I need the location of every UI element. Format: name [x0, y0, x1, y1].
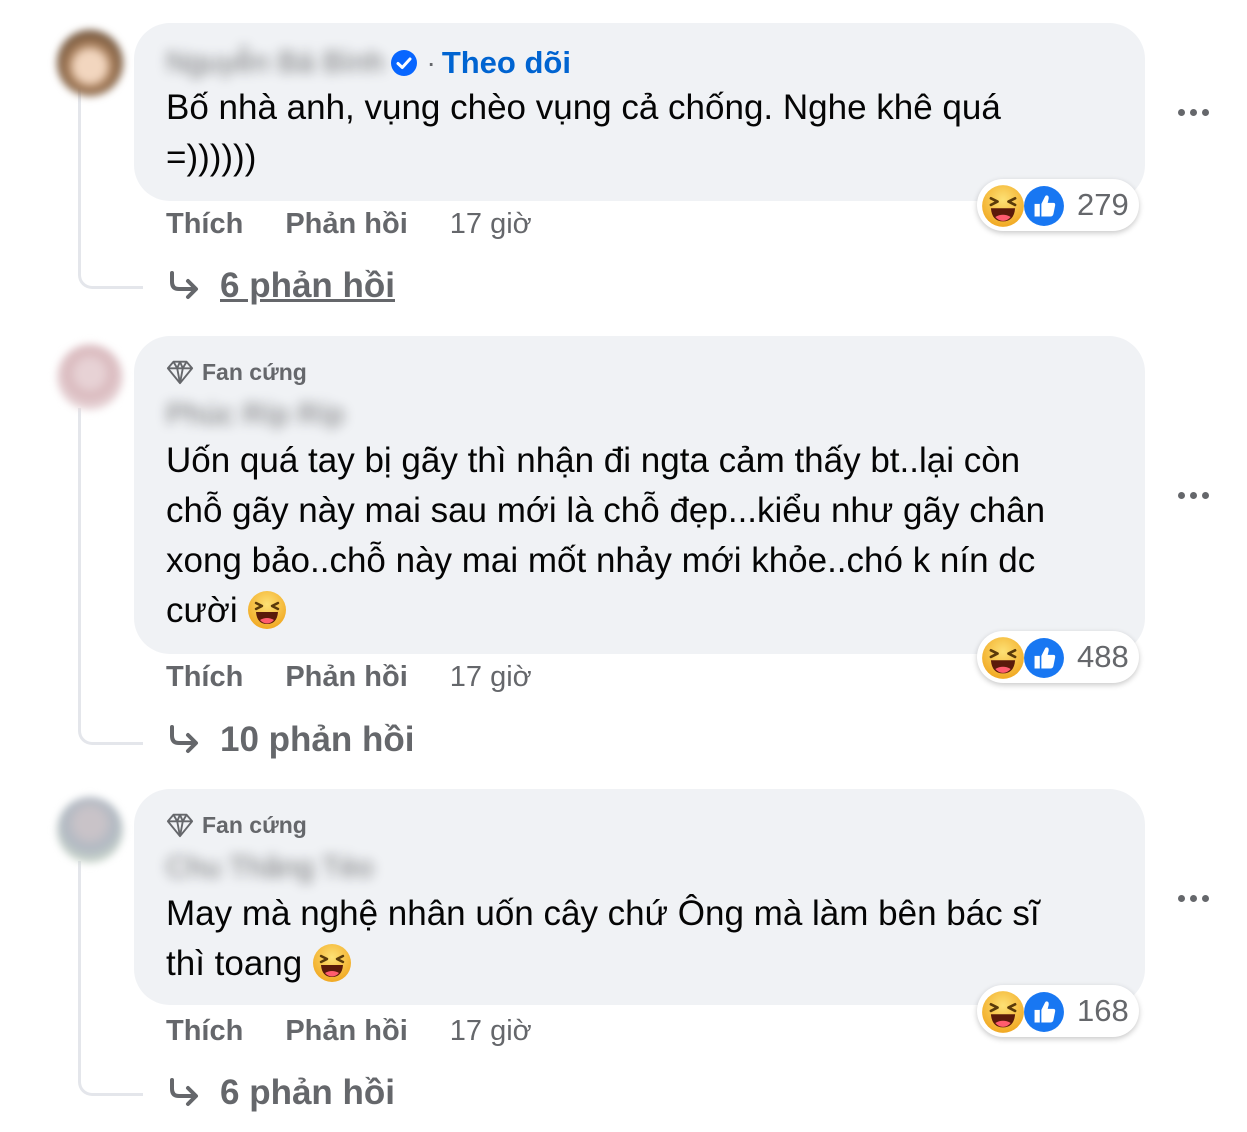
reaction-count: 279	[1077, 187, 1129, 222]
more-options-icon[interactable]	[1168, 883, 1218, 913]
badge-label: Fan cứng	[202, 811, 307, 838]
diamond-icon	[166, 358, 194, 386]
haha-reaction-icon	[981, 636, 1025, 680]
verified-badge-icon	[391, 50, 418, 76]
diamond-icon	[166, 811, 194, 839]
reply-arrow-icon	[166, 722, 202, 758]
reaction-summary[interactable]: 488	[977, 631, 1139, 683]
comment-body: Bố nhà anh, vụng chèo vụng cả chống. Ngh…	[166, 88, 1001, 177]
avatar[interactable]	[57, 344, 123, 410]
view-replies-link[interactable]: 6 phản hồi	[166, 1073, 395, 1113]
comment-actions: Thích Phản hồi 17 giờ	[166, 661, 532, 694]
reply-button[interactable]: Phản hồi	[285, 208, 407, 241]
author-line: Chu Thăng Tèo	[166, 851, 373, 885]
fan-badge: Fan cứng	[166, 358, 307, 386]
reaction-count: 168	[1077, 993, 1129, 1028]
more-options-icon[interactable]	[1168, 97, 1218, 127]
comment-text: Uốn quá tay bị gãy thì nhận đi ngta cảm …	[166, 436, 1105, 636]
like-button[interactable]: Thích	[166, 1015, 243, 1048]
replies-count-label: 6 phản hồi	[220, 1073, 395, 1112]
author-name[interactable]: Chu Thăng Tèo	[166, 851, 373, 885]
badge-label: Fan cứng	[202, 358, 307, 385]
like-reaction-icon	[1023, 637, 1065, 679]
comment-1: Nguyễn Bá Bình · Theo dõi Bố nhà anh, vụ…	[0, 0, 1247, 320]
reply-button[interactable]: Phản hồi	[285, 1015, 407, 1048]
author-line: Phúc Ríp Ríp	[166, 398, 344, 432]
reply-arrow-icon	[166, 268, 202, 304]
avatar[interactable]	[57, 30, 123, 96]
fan-badge: Fan cứng	[166, 811, 307, 839]
comment-actions: Thích Phản hồi 17 giờ	[166, 1015, 532, 1048]
comment-3: Fan cứng Chu Thăng Tèo May mà nghệ nhân …	[0, 789, 1247, 1129]
reaction-summary[interactable]: 279	[977, 179, 1139, 231]
reply-arrow-icon	[166, 1075, 202, 1111]
author-line: Nguyễn Bá Bình · Theo dõi	[166, 45, 571, 81]
replies-count-label: 10 phản hồi	[220, 720, 415, 759]
comment-bubble: Nguyễn Bá Bình · Theo dõi Bố nhà anh, vụ…	[134, 23, 1145, 201]
author-name[interactable]: Phúc Ríp Ríp	[166, 398, 344, 432]
replies-count-label: 6 phản hồi	[220, 266, 395, 305]
laughing-tears-emoji-icon	[247, 590, 287, 630]
like-button[interactable]: Thích	[166, 661, 243, 694]
comment-text: May mà nghệ nhân uốn cây chứ Ông mà làm …	[166, 889, 1105, 989]
comment-text: Bố nhà anh, vụng chèo vụng cả chống. Ngh…	[166, 83, 1105, 183]
like-reaction-icon	[1023, 185, 1065, 227]
laughing-tears-emoji-icon	[312, 943, 352, 983]
view-replies-link[interactable]: 6 phản hồi	[166, 266, 395, 306]
author-name[interactable]: Nguyễn Bá Bình	[166, 46, 384, 80]
comment-bubble: Fan cứng Phúc Ríp Ríp Uốn quá tay bị gãy…	[134, 336, 1145, 654]
reply-button[interactable]: Phản hồi	[285, 661, 407, 694]
more-options-icon[interactable]	[1168, 480, 1218, 510]
reaction-count: 488	[1077, 639, 1129, 674]
comment-actions: Thích Phản hồi 17 giờ	[166, 208, 532, 241]
comment-bubble: Fan cứng Chu Thăng Tèo May mà nghệ nhân …	[134, 789, 1145, 1005]
comment-timestamp[interactable]: 17 giờ	[450, 1015, 532, 1048]
haha-reaction-icon	[981, 184, 1025, 228]
reaction-summary[interactable]: 168	[977, 985, 1139, 1037]
comment-body: May mà nghệ nhân uốn cây chứ Ông mà làm …	[166, 894, 1040, 983]
follow-button[interactable]: Theo dõi	[442, 45, 571, 81]
comment-timestamp[interactable]: 17 giờ	[450, 208, 532, 241]
comment-timestamp[interactable]: 17 giờ	[450, 661, 532, 694]
comment-body: Uốn quá tay bị gãy thì nhận đi ngta cảm …	[166, 441, 1046, 630]
like-reaction-icon	[1023, 991, 1065, 1033]
view-replies-link[interactable]: 10 phản hồi	[166, 720, 414, 760]
comment-2: Fan cứng Phúc Ríp Ríp Uốn quá tay bị gãy…	[0, 336, 1247, 776]
separator-dot: ·	[426, 47, 436, 78]
haha-reaction-icon	[981, 990, 1025, 1034]
avatar[interactable]	[57, 797, 123, 863]
like-button[interactable]: Thích	[166, 208, 243, 241]
